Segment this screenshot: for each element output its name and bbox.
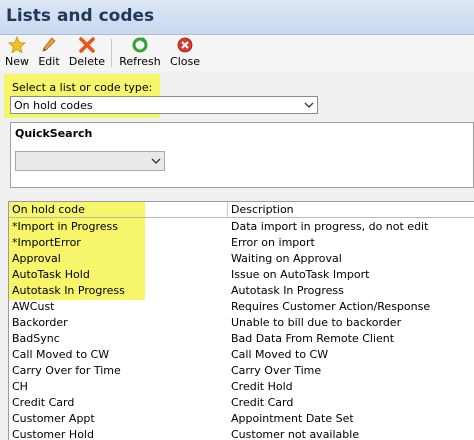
new-button-label: New [5, 55, 29, 68]
edit-button[interactable]: Edit [36, 36, 62, 70]
cell-code: *Import in Progress [12, 220, 118, 233]
cell-code: Carry Over for Time [12, 364, 121, 377]
window-title: Lists and codes [6, 6, 155, 26]
close-button-label: Close [170, 55, 200, 68]
refresh-button[interactable]: Refresh [118, 36, 162, 70]
cell-code: Backorder [12, 316, 68, 329]
delete-x-icon [79, 37, 95, 53]
toolbar-separator [111, 39, 112, 67]
cell-description: Waiting on Approval [231, 252, 342, 265]
table-row[interactable]: Credit Card Credit Card [9, 395, 474, 411]
cell-description: Autotask In Progress [231, 284, 344, 297]
cell-description: Issue on AutoTask Import [231, 268, 370, 281]
table-row[interactable]: Customer Appt Appointment Date Set [9, 411, 474, 427]
cell-description: Requires Customer Action/Response [231, 300, 431, 313]
table-row[interactable]: BadSync Bad Data From Remote Client [9, 331, 474, 347]
cell-description: Appointment Date Set [231, 412, 354, 425]
pencil-icon [42, 37, 56, 52]
cell-code: Call Moved to CW [12, 348, 110, 361]
chevron-down-icon [151, 158, 161, 164]
list-type-label: Select a list or code type: [12, 81, 153, 94]
quicksearch-dropdown[interactable] [15, 151, 165, 171]
cell-description: Unable to bill due to backorder [231, 316, 402, 329]
title-bar: Lists and codes [0, 0, 474, 35]
quicksearch-label: QuickSearch [15, 127, 93, 140]
table-row[interactable]: *ImportError Error on import [9, 235, 474, 251]
quicksearch-panel: QuickSearch [10, 122, 474, 188]
cell-description: Call Moved to CW [231, 348, 329, 361]
cell-description: Data import in progress, do not edit [231, 220, 429, 233]
delete-button[interactable]: Delete [68, 36, 106, 70]
cell-code: BadSync [12, 332, 60, 345]
table-row[interactable]: CH Credit Hold [9, 379, 474, 395]
table-row[interactable]: Call Moved to CW Call Moved to CW [9, 347, 474, 363]
cell-code: AWCust [12, 300, 55, 313]
new-button[interactable]: New [4, 36, 30, 70]
refresh-button-label: Refresh [119, 55, 161, 68]
cell-code: Customer Hold [12, 428, 94, 440]
table-row[interactable]: Approval Waiting on Approval [9, 251, 474, 267]
cell-description: Customer not available [231, 428, 360, 440]
cell-description: Credit Hold [231, 380, 293, 393]
column-divider [227, 202, 228, 217]
cell-code: AutoTask Hold [12, 268, 90, 281]
cell-description: Credit Card [231, 396, 294, 409]
cell-description: Bad Data From Remote Client [231, 332, 395, 345]
column-header-code[interactable]: On hold code [12, 203, 85, 216]
cell-code: *ImportError [12, 236, 81, 249]
chevron-down-icon [304, 102, 314, 108]
column-header-description[interactable]: Description [231, 203, 294, 216]
delete-button-label: Delete [68, 55, 106, 68]
table-row[interactable]: Carry Over for Time Carry Over Time [9, 363, 474, 379]
cell-code: Autotask In Progress [12, 284, 125, 297]
refresh-icon [132, 37, 148, 53]
cell-code: Approval [12, 252, 61, 265]
codes-table: On hold code Description *Import in Prog… [8, 201, 474, 440]
table-row[interactable]: Backorder Unable to bill due to backorder [9, 315, 474, 331]
cell-code: CH [12, 380, 28, 393]
cell-description: Carry Over Time [231, 364, 322, 377]
table-header: On hold code Description [9, 202, 474, 218]
table-row[interactable]: Autotask In Progress Autotask In Progress [9, 283, 474, 299]
toolbar: New Edit Delete Refresh Close [0, 35, 474, 71]
table-row[interactable]: AWCust Requires Customer Action/Response [9, 299, 474, 315]
table-row[interactable]: AutoTask Hold Issue on AutoTask Import [9, 267, 474, 283]
edit-button-label: Edit [38, 55, 60, 68]
cell-code: Credit Card [12, 396, 75, 409]
star-icon [8, 36, 26, 54]
table-row[interactable]: *Import in Progress Data import in progre… [9, 219, 474, 235]
close-icon [177, 37, 193, 53]
close-button[interactable]: Close [168, 36, 202, 70]
list-type-dropdown[interactable]: On hold codes [10, 96, 318, 114]
list-type-value: On hold codes [14, 99, 93, 112]
cell-description: Error on import [231, 236, 315, 249]
cell-code: Customer Appt [12, 412, 95, 425]
table-row[interactable]: Customer Hold Customer not available [9, 427, 474, 440]
